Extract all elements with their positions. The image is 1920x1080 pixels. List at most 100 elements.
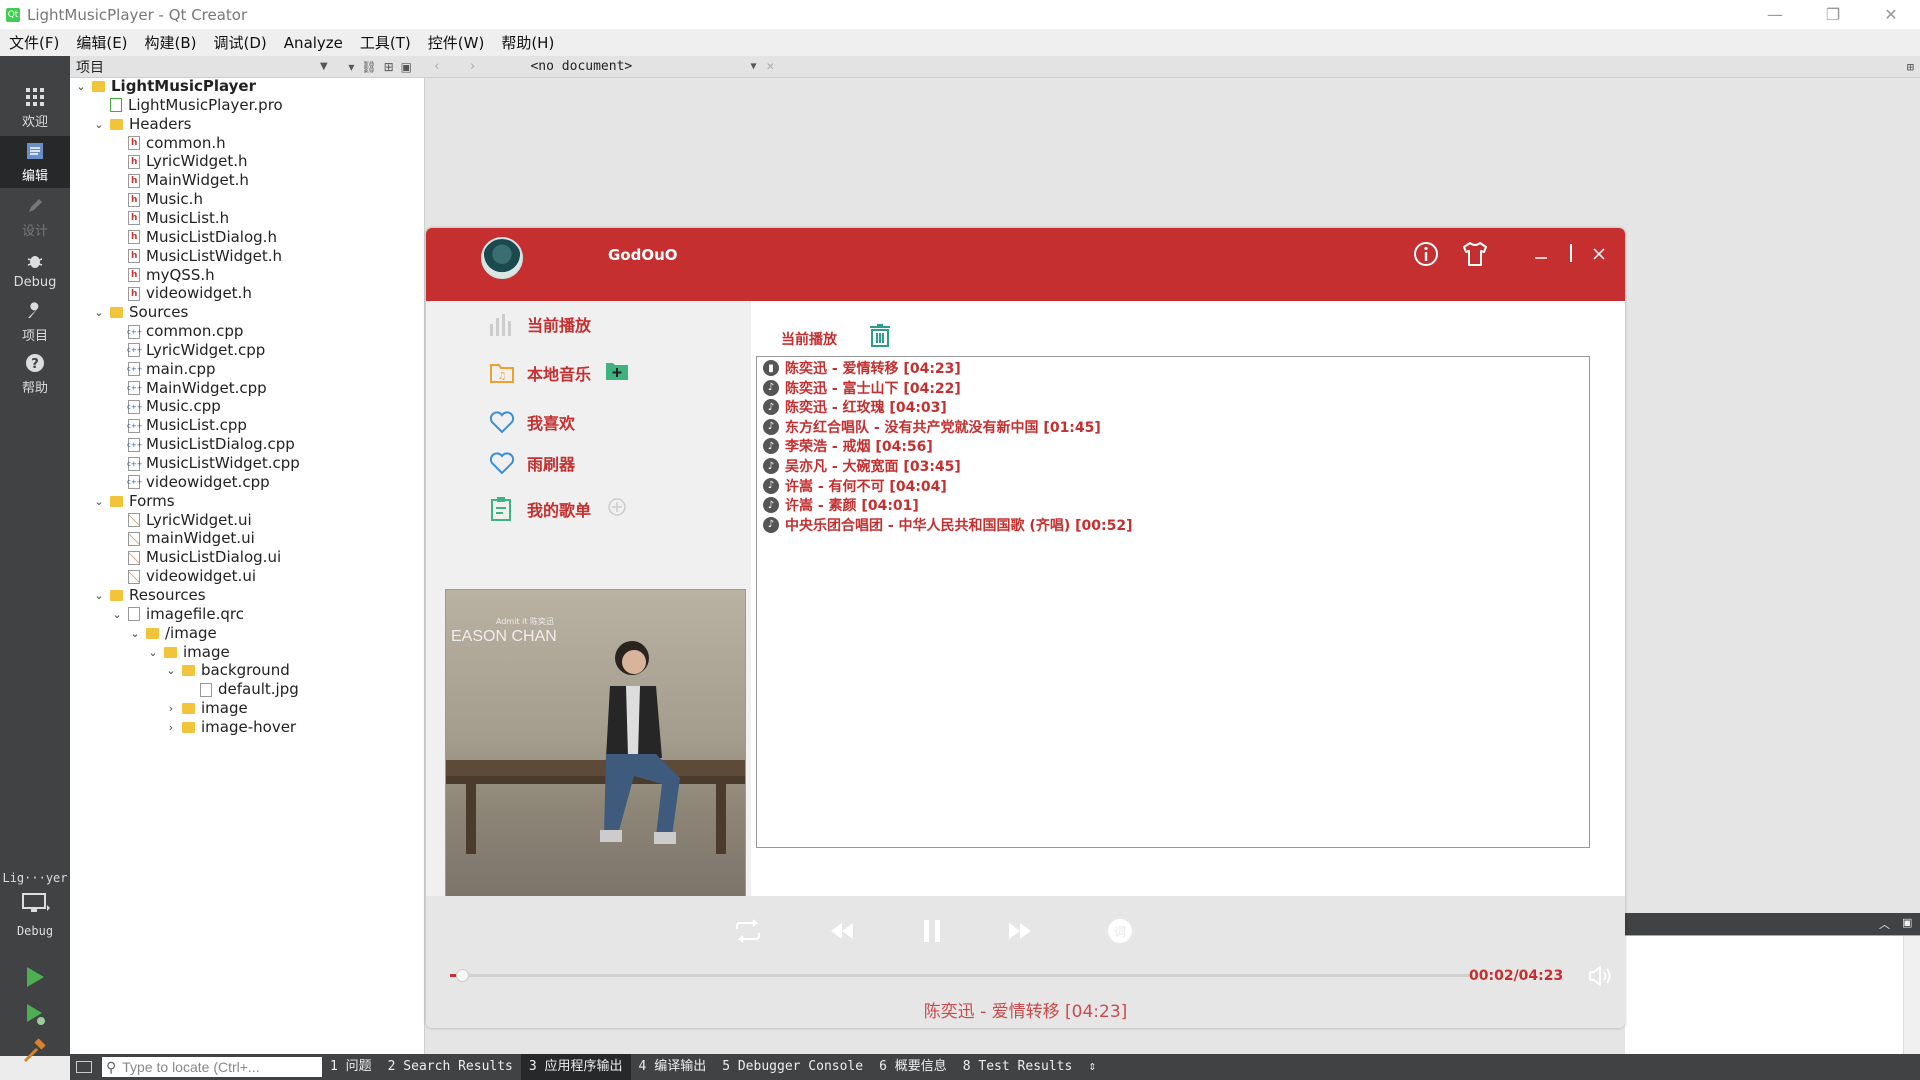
mode-debug[interactable]: Debug (0, 244, 70, 296)
playing-icon: ▮ (763, 360, 779, 376)
chevron-down-icon[interactable]: ⌄ (146, 641, 160, 664)
mode-edit[interactable]: 编辑 (0, 136, 70, 188)
tab-search-results[interactable]: 2 Search Results (380, 1054, 521, 1080)
list-item[interactable]: ♪ 许嵩 - 素颜 [04:01] (763, 495, 919, 515)
document-selector[interactable]: <no document> (530, 59, 750, 74)
sidebar-my-playlists[interactable]: 我的歌单 (489, 494, 627, 524)
build-button[interactable] (22, 1038, 48, 1064)
now-playing-text: 陈奕迅 - 爱情转移 [04:23] (923, 1002, 1128, 1022)
tab-issues[interactable]: 1 问题 (322, 1054, 380, 1080)
mode-design[interactable]: 设计 (0, 191, 70, 243)
scrollbar[interactable] (1903, 936, 1920, 1055)
file-icon (128, 170, 140, 193)
playback-time: 00:02/04:23 (1469, 968, 1564, 984)
previous-icon (831, 923, 853, 939)
list-item[interactable]: ♪ 陈奕迅 - 红玫瑰 [04:03] (763, 397, 947, 417)
add-playlist-icon[interactable] (607, 497, 627, 521)
chevron-down-icon[interactable]: ⌄ (92, 490, 106, 513)
chevron-down-icon[interactable]: ⌄ (128, 622, 142, 645)
tab-test-results[interactable]: 8 Test Results (955, 1054, 1081, 1080)
minimize-button[interactable]: — (1746, 0, 1804, 29)
clear-playlist-button[interactable] (869, 323, 891, 351)
sidebar-favorites[interactable]: 我喜欢 (489, 407, 575, 437)
player-minimize-button[interactable] (1526, 239, 1556, 269)
project-pane-title[interactable]: 项目 (76, 57, 104, 77)
menu-build[interactable]: 构建(B) (136, 32, 205, 53)
run-button[interactable] (22, 964, 48, 990)
list-item[interactable]: ♪ 李荣浩 - 戒烟 [04:56] (763, 436, 933, 456)
file-icon (128, 207, 140, 230)
chevron-up-icon[interactable]: ︿ (1879, 916, 1890, 932)
add-folder-icon[interactable] (605, 361, 629, 385)
output-pane[interactable] (1625, 935, 1920, 1055)
menu-tools[interactable]: 工具(T) (351, 32, 419, 53)
tab-debugger-console[interactable]: 5 Debugger Console (714, 1054, 871, 1080)
chevron-down-icon[interactable]: ⌄ (92, 113, 106, 136)
avatar[interactable] (481, 237, 523, 279)
file-icon (128, 245, 140, 268)
close-button[interactable]: ✕ (1862, 0, 1920, 29)
next-button[interactable] (1002, 916, 1038, 946)
tab-more-icon[interactable]: ⇕ (1080, 1054, 1104, 1080)
list-item[interactable]: ♪ 许嵩 - 有何不可 [04:04] (763, 476, 947, 496)
song-list[interactable]: ▮ 陈奕迅 - 爱情转移 [04:23] ♪ 陈奕迅 - 富士山下 [04:22] ♪ 陈… (756, 356, 1590, 848)
music-player-window: GodOuO 当前播放 ♫ 本地音乐 我喜欢 雨刷器 我的歌单 Admit it… (426, 228, 1625, 1028)
menu-analyze[interactable]: Analyze (275, 34, 351, 52)
player-close-button[interactable] (1584, 239, 1614, 269)
locator-input[interactable]: ⚲ Type to locate (Ctrl+... (102, 1057, 322, 1077)
list-item[interactable]: ♪ 陈奕迅 - 富士山下 [04:22] (763, 378, 961, 398)
kit-config-label: Debug (16, 924, 54, 938)
chevron-down-icon[interactable]: ▼ (320, 61, 328, 72)
volume-button[interactable] (1588, 965, 1612, 991)
sidebar-now-playing[interactable]: 当前播放 (489, 309, 591, 339)
progress-bar[interactable] (450, 969, 1470, 982)
chevron-down-icon[interactable]: ⌄ (92, 301, 106, 324)
list-item[interactable]: ♪ 吴亦凡 - 大碗宽面 [03:45] (763, 456, 961, 476)
maximize-button[interactable]: ❐ (1804, 0, 1862, 29)
menu-help[interactable]: 帮助(H) (492, 32, 562, 53)
lyrics-button[interactable]: 词 (1102, 916, 1138, 946)
chevron-down-icon[interactable]: ⌄ (92, 584, 106, 607)
file-icon (128, 531, 140, 546)
list-item[interactable]: ♪ 中央乐团合唱团 - 中华人民共和国国歌 (齐唱) [00:52] (763, 515, 1132, 535)
progress-knob[interactable] (455, 969, 469, 982)
chevron-right-icon[interactable]: › (164, 716, 178, 739)
nav-arrows[interactable]: ‹ › (433, 59, 486, 74)
project-pane-tools[interactable]: ▾⛓⊞▣ (348, 60, 419, 74)
list-item[interactable]: ♪ 东方红合唱队 - 没有共产党就没有新中国 [01:45] (763, 417, 1101, 437)
maximize-pane-icon[interactable]: ▣ (1902, 916, 1912, 929)
sidebar-local-music[interactable]: ♫ 本地音乐 (489, 358, 629, 388)
menu-edit[interactable]: 编辑(E) (67, 32, 135, 53)
toggle-sidebar-icon[interactable] (76, 1061, 92, 1073)
kit-selector[interactable] (22, 893, 50, 915)
chevron-down-icon[interactable]: ⌄ (164, 659, 178, 682)
menu-controls[interactable]: 控件(W) (419, 32, 493, 53)
previous-button[interactable] (824, 916, 860, 946)
menu-file[interactable]: 文件(F) (0, 32, 67, 53)
mode-projects[interactable]: 项目 (0, 296, 70, 348)
pause-button[interactable] (914, 916, 950, 946)
svg-text:♫: ♫ (498, 371, 507, 382)
chevron-down-icon[interactable]: ⌄ (110, 603, 124, 626)
tree-folder[interactable]: › image-hover (164, 716, 296, 739)
info-button[interactable] (1411, 239, 1441, 269)
debug-run-button[interactable] (22, 1001, 48, 1027)
chevron-down-icon[interactable]: ▼ (750, 61, 756, 72)
chevron-down-icon[interactable]: ⌄ (74, 75, 88, 98)
split-icon[interactable]: ⊞ (1907, 60, 1914, 74)
skin-button[interactable] (1460, 239, 1490, 269)
tab-compile-output[interactable]: 4 编译输出 (631, 1054, 715, 1080)
menu-debug[interactable]: 调试(D) (205, 32, 275, 53)
play-mode-button[interactable] (730, 916, 766, 946)
tab-app-output[interactable]: 3 应用程序输出 (520, 1054, 631, 1080)
tab-general-messages[interactable]: 6 概要信息 (871, 1054, 955, 1080)
sidebar-playlist-item[interactable]: 雨刷器 (489, 448, 575, 478)
close-document-icon[interactable]: ✕ (767, 59, 775, 74)
list-item[interactable]: ▮ 陈奕迅 - 爱情转移 [04:23] (763, 358, 961, 378)
mode-welcome[interactable]: 欢迎 (0, 82, 70, 134)
sidebar-my-playlists-label: 我的歌单 (527, 501, 592, 520)
project-tree[interactable]: ⌄ LightMusicPlayer LightMusicPlayer.pro ⌄ He… (70, 75, 425, 1054)
mode-help[interactable]: ? 帮助 (0, 348, 70, 400)
folder-icon (164, 646, 177, 658)
player-controls: 词 00:02/04:23 陈奕迅 - 爱情转移 [04:23] (426, 896, 1625, 1028)
